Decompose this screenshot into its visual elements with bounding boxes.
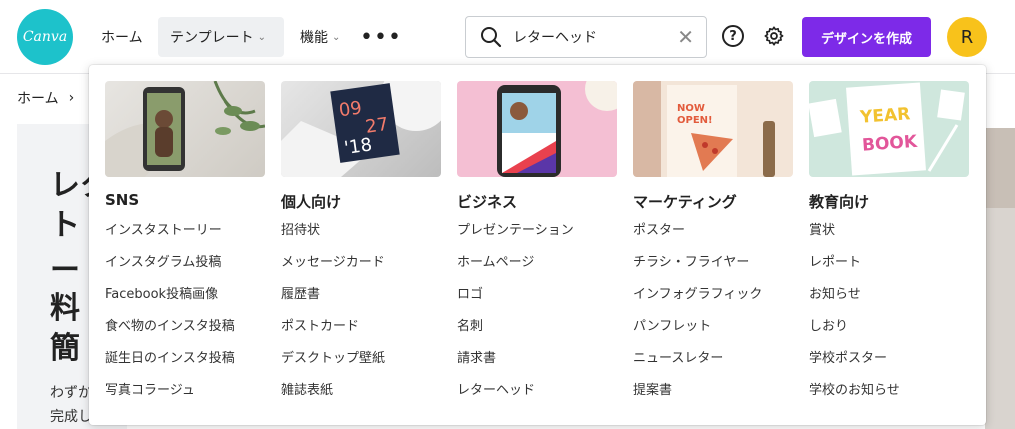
template-link[interactable]: メッセージカード: [281, 247, 441, 279]
template-category-sns: SNS インスタストーリー インスタグラム投稿 Facebook投稿画像 食べ物…: [105, 81, 265, 407]
template-link[interactable]: 提案書: [633, 375, 793, 407]
phone-presentation-thumbnail[interactable]: [457, 81, 617, 177]
clear-search-icon[interactable]: ✕: [677, 25, 694, 49]
template-link[interactable]: ポストカード: [281, 311, 441, 343]
template-link[interactable]: ニュースレター: [633, 343, 793, 375]
help-icon[interactable]: ?: [722, 25, 744, 47]
yearbook-title-text: YEAR: [858, 104, 910, 128]
flyer-headline-text: OPEN!: [677, 115, 713, 126]
hero-subtitle-line: わずか: [50, 385, 92, 401]
phone-story-thumbnail[interactable]: [105, 81, 265, 177]
card-day-text: 09: [338, 97, 364, 121]
hero-title-line: 簡: [50, 331, 80, 366]
top-navigation-bar: Canva ホーム テンプレート ⌄ 機能 ⌄ ••• ✕ ? デザインを作成 …: [0, 0, 1015, 74]
template-link[interactable]: ポスター: [633, 215, 793, 247]
card-year-text: '18: [343, 134, 374, 159]
template-link[interactable]: 賞状: [809, 215, 969, 247]
more-options-icon[interactable]: •••: [360, 22, 401, 52]
hero-title-line: ト: [50, 208, 80, 243]
category-title[interactable]: マーケティング: [633, 191, 793, 213]
category-title[interactable]: SNS: [105, 191, 265, 213]
yearbook-title-text: BOOK: [861, 132, 918, 156]
search-input[interactable]: [511, 25, 671, 49]
flyer-headline-text: NOW: [677, 103, 705, 114]
flyer-thumbnail[interactable]: NOW OPEN!: [633, 81, 793, 177]
template-link[interactable]: プレゼンテーション: [457, 215, 617, 247]
nav-features-label: 機能: [300, 30, 328, 46]
category-title[interactable]: ビジネス: [457, 191, 617, 213]
template-link[interactable]: 招待状: [281, 215, 441, 247]
category-title[interactable]: 個人向け: [281, 191, 441, 213]
category-title[interactable]: 教育向け: [809, 191, 969, 213]
hero-subtitle-line: 完成し: [50, 409, 92, 425]
template-category-education: YEAR BOOK 教育向け 賞状 レポート お知らせ しおり 学校ポスター 学…: [809, 81, 969, 407]
hero-title-line: 料: [50, 291, 80, 326]
template-link[interactable]: 履歴書: [281, 279, 441, 311]
chevron-down-icon: ⌄: [257, 31, 266, 43]
chevron-right-icon: ›: [68, 90, 75, 106]
template-category-marketing: NOW OPEN! マーケティング ポスター チラシ・フライヤー インフォグラフ…: [633, 81, 793, 407]
template-link[interactable]: 学校ポスター: [809, 343, 969, 375]
yearbook-thumbnail[interactable]: YEAR BOOK: [809, 81, 969, 177]
template-link[interactable]: しおり: [809, 311, 969, 343]
template-link[interactable]: 食べ物のインスタ投稿: [105, 311, 265, 343]
background-image: [985, 128, 1015, 208]
template-link[interactable]: お知らせ: [809, 279, 969, 311]
template-link[interactable]: 学校のお知らせ: [809, 375, 969, 407]
template-link[interactable]: 雑誌表紙: [281, 375, 441, 407]
nav-home-label: ホーム: [101, 30, 143, 46]
nav-home[interactable]: ホーム: [89, 17, 155, 57]
template-link[interactable]: 名刺: [457, 311, 617, 343]
template-link[interactable]: パンフレット: [633, 311, 793, 343]
nav-features[interactable]: 機能 ⌄: [288, 17, 352, 57]
template-link[interactable]: ホームページ: [457, 247, 617, 279]
template-category-business: ビジネス プレゼンテーション ホームページ ロゴ 名刺 請求書 レターヘッド: [457, 81, 617, 407]
template-link[interactable]: レターヘッド: [457, 375, 617, 407]
template-link[interactable]: インフォグラフィック: [633, 279, 793, 311]
template-link[interactable]: チラシ・フライヤー: [633, 247, 793, 279]
template-link[interactable]: ロゴ: [457, 279, 617, 311]
calendar-card-thumbnail[interactable]: 09 27 '18: [281, 81, 441, 177]
gear-icon[interactable]: [763, 25, 785, 47]
search-box: ✕: [465, 16, 707, 58]
template-link[interactable]: 誕生日のインスタ投稿: [105, 343, 265, 375]
canva-logo[interactable]: Canva: [17, 9, 73, 65]
breadcrumb: ホーム ›: [17, 88, 74, 108]
breadcrumb-home[interactable]: ホーム: [17, 88, 59, 108]
template-link[interactable]: インスタグラム投稿: [105, 247, 265, 279]
template-link[interactable]: 写真コラージュ: [105, 375, 265, 407]
nav-templates[interactable]: テンプレート ⌄: [158, 17, 284, 57]
search-icon: [481, 27, 502, 48]
template-link[interactable]: 請求書: [457, 343, 617, 375]
template-link[interactable]: デスクトップ壁紙: [281, 343, 441, 375]
user-avatar[interactable]: R: [947, 17, 987, 57]
template-category-personal: 09 27 '18 個人向け 招待状 メッセージカード 履歴書 ポストカード デ…: [281, 81, 441, 407]
nav-templates-label: テンプレート: [170, 30, 254, 46]
template-link[interactable]: レポート: [809, 247, 969, 279]
templates-dropdown-menu: SNS インスタストーリー インスタグラム投稿 Facebook投稿画像 食べ物…: [89, 65, 986, 425]
create-design-button[interactable]: デザインを作成: [802, 17, 931, 57]
chevron-down-icon: ⌄: [332, 31, 341, 43]
template-link[interactable]: インスタストーリー: [105, 215, 265, 247]
template-link[interactable]: Facebook投稿画像: [105, 279, 265, 311]
